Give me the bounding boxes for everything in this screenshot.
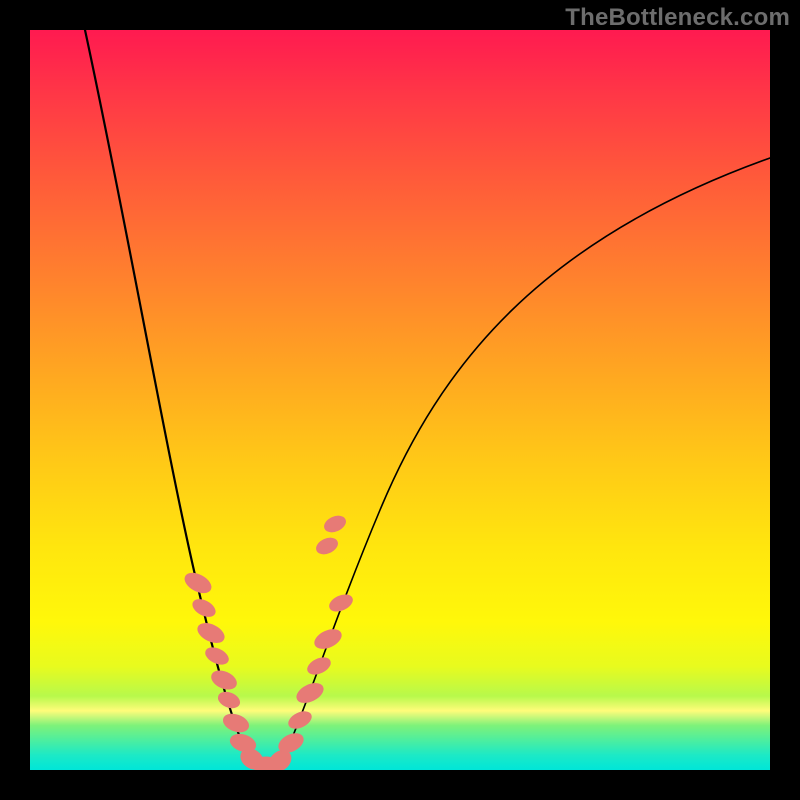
data-point [216,689,242,710]
chart-svg [30,30,770,770]
data-point [221,711,251,735]
data-point [286,708,314,731]
data-point [327,592,355,615]
data-point [209,667,239,692]
data-points [182,513,355,770]
data-point [322,513,348,535]
watermark-text: TheBottleneck.com [565,4,790,32]
data-point [203,645,231,668]
left-curve [85,30,266,768]
data-point [312,626,344,652]
data-point [294,680,326,707]
right-curve [266,158,770,768]
data-point [182,569,214,596]
plot-area [30,30,770,770]
data-point [305,655,333,678]
chart-frame: TheBottleneck.com [0,0,800,800]
data-point [314,535,340,557]
